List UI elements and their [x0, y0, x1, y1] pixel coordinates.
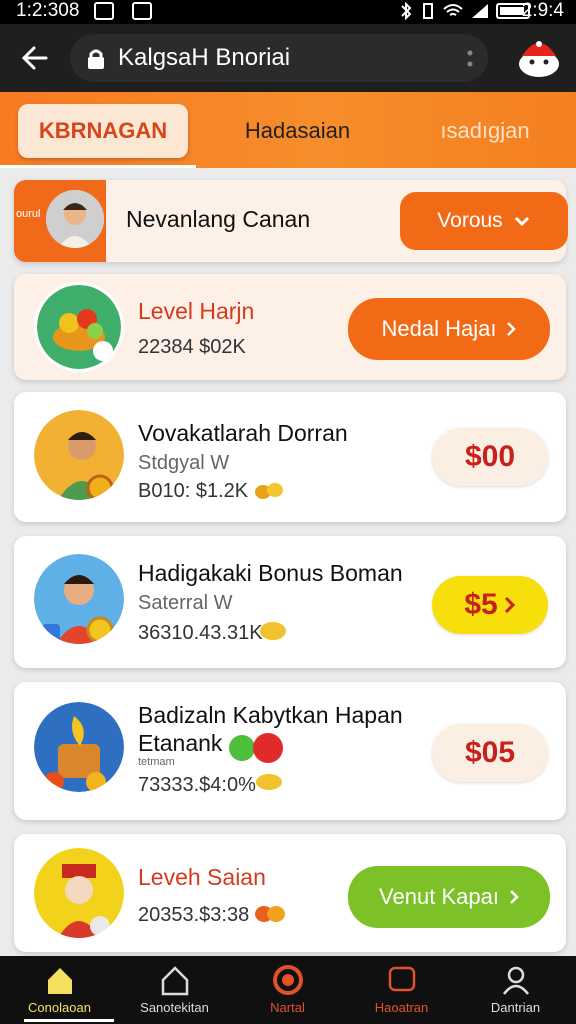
notification-icon: [94, 2, 114, 20]
address-bar[interactable]: KalgsaH Bnoriai: [70, 34, 488, 82]
home-icon: [47, 968, 72, 994]
tab-kbrnagan[interactable]: KBRNAGAN: [18, 104, 188, 158]
nav-item-label: Nartal: [270, 1000, 305, 1015]
bluetooth-icon: [401, 2, 412, 20]
offer-card[interactable]: Vovakatlarah Dorran Stdgyal W B010: $1.2…: [14, 392, 566, 522]
level-action-label: Venut Kapaı: [379, 884, 499, 909]
status-clock: 2:9:4: [521, 0, 564, 21]
message-icon: [132, 2, 152, 20]
vibrate-icon: [423, 3, 433, 19]
offer-title: Hadigakaki Bonus Boman: [138, 560, 403, 586]
tab-isadigjan[interactable]: ısadıgjan: [410, 104, 560, 158]
tab-indicator: [0, 165, 196, 168]
offer-subtitle: Saterral W: [138, 592, 233, 614]
chevron-down-icon: [514, 216, 529, 227]
chevron-right-icon: [507, 322, 517, 336]
level-card-bottom: Leveh Saian 20353.$3:38 Venut Kapaı: [14, 834, 566, 952]
offer-price-button[interactable]: $5: [432, 576, 548, 634]
coins-icon: [260, 622, 286, 640]
level-action-button[interactable]: Venut Kapaı: [348, 866, 550, 928]
person-icon: [502, 966, 529, 995]
gems-icon: [229, 733, 283, 763]
level-action-button[interactable]: Nedal Hajaı: [348, 298, 550, 360]
level-meta: 22384 $02K: [138, 336, 246, 358]
offer-meta: 73333.$4:0%: [138, 774, 256, 796]
mascot-avatar-icon[interactable]: [516, 34, 562, 80]
offer-price-button[interactable]: $05: [432, 724, 548, 782]
offer-meta: 36310.43.31K: [138, 622, 263, 644]
fruit-basket-icon: [34, 282, 124, 372]
offer-card[interactable]: Badizaln Kabytkan Hapan Etanank tetmam 7…: [14, 682, 566, 820]
offer-avatar-icon: [34, 702, 124, 792]
status-notification-icons: [94, 2, 152, 20]
signal-icon: [472, 4, 488, 18]
offer-price: $00: [464, 440, 516, 473]
status-time: 1:2:308: [16, 0, 80, 21]
house-icon: [161, 966, 188, 996]
level-title: Level Harjn: [138, 298, 255, 324]
level-title: Leveh Saian: [138, 864, 266, 890]
status-bar: 1:2:308 2:9:4: [0, 0, 576, 24]
chevron-right-icon: [510, 890, 519, 904]
offer-price: $5: [464, 588, 498, 621]
profile-dropdown-label: Vorous: [437, 209, 503, 232]
offer-avatar-icon: [34, 554, 124, 644]
profile-strip-label: ourul: [16, 208, 41, 220]
app-bar: KalgsaH Bnoriai: [0, 24, 576, 92]
offer-title: Badizaln Kabytkan Hapan: [138, 702, 403, 728]
avatar[interactable]: [46, 190, 104, 248]
user-avatar-icon: [46, 190, 104, 248]
page-title: KalgsaH Bnoriai: [118, 44, 291, 71]
nav-item-label: Sanotekitan: [140, 1000, 209, 1015]
profile-dropdown-button[interactable]: Vorous: [400, 192, 568, 250]
nav-item-label: Dantrian: [490, 1000, 541, 1015]
coins-icon: [255, 906, 285, 922]
wifi-icon: [443, 4, 463, 16]
offer-meta: B010: $1.2K: [138, 480, 249, 502]
offer-price: $05: [464, 736, 516, 769]
coins-icon: [256, 774, 282, 790]
nav-indicator: [24, 1019, 114, 1022]
level-action-label: Nedal Hajaı: [381, 316, 497, 341]
bottom-nav: Conolaoan Sanotekitan Nartal Haoatran Da…: [0, 956, 576, 1024]
offer-card[interactable]: Hadigakaki Bonus Boman Saterral W 36310.…: [14, 536, 566, 668]
level-meta: 20353.$3:38: [138, 904, 250, 926]
chevron-right-icon: [504, 596, 515, 614]
target-icon: [272, 965, 303, 995]
more-options-icon[interactable]: [466, 48, 474, 70]
offer-title-line2: Etanank: [138, 730, 223, 756]
nav-item-messages[interactable]: Haoatran: [344, 964, 459, 1024]
lock-icon: [88, 49, 104, 69]
nav-item-label: Conolaoan: [28, 1000, 91, 1015]
offer-subtitle: tetmam: [138, 756, 175, 768]
level-card: Level Harjn 22384 $02K Nedal Hajaı: [14, 274, 566, 380]
character-avatar-icon: [34, 848, 124, 938]
tab-hadasaian[interactable]: Hadasaian: [210, 104, 385, 158]
offer-subtitle: Stdgyal W: [138, 452, 230, 474]
nav-item-profile[interactable]: Dantrian: [458, 964, 573, 1024]
profile-name: Nevanlang Canan: [126, 206, 311, 232]
nav-item-home[interactable]: Conolaoan: [2, 964, 117, 1024]
nav-item-label: Haoatran: [374, 1000, 429, 1015]
back-arrow-icon[interactable]: [18, 42, 50, 74]
offer-price-button[interactable]: $00: [432, 428, 548, 486]
coins-icon: [255, 483, 283, 499]
tab-bar: KBRNAGAN Hadasaian ısadıgjan: [0, 92, 576, 168]
offer-title: Vovakatlarah Dorran: [138, 420, 348, 446]
profile-card: ourul Nevanlang Canan Vorous: [14, 180, 568, 262]
status-system-icons: [398, 2, 530, 20]
offer-avatar-icon: [34, 410, 124, 500]
nav-item-center[interactable]: Nartal: [230, 964, 345, 1024]
nav-item-store[interactable]: Sanotekitan: [117, 964, 232, 1024]
chat-icon: [388, 966, 415, 992]
